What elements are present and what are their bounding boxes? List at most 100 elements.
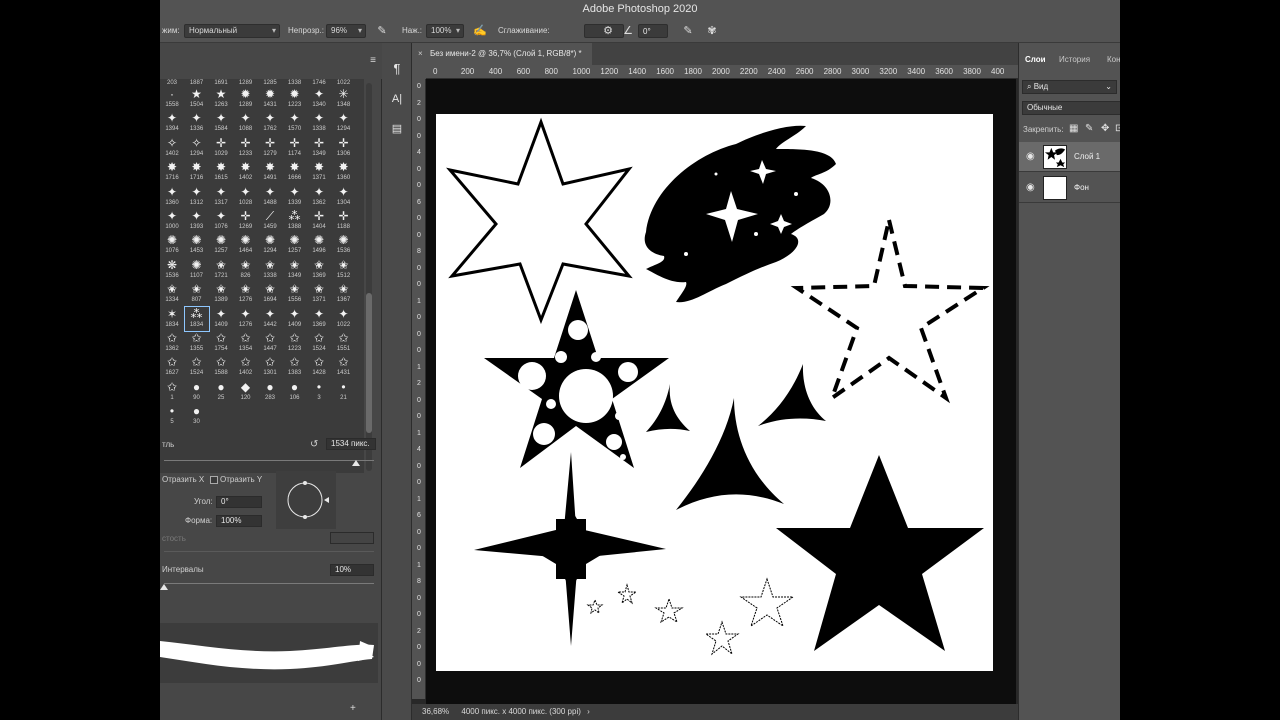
brush-preset[interactable]: ✬ 1389: [209, 282, 233, 306]
layer-name[interactable]: Фон: [1074, 183, 1089, 192]
spacing-field[interactable]: 10%: [330, 564, 374, 576]
brush-preset[interactable]: ✩ 1354: [234, 331, 258, 355]
brush-preset[interactable]: ✛ 1404: [307, 209, 331, 233]
brush-preset[interactable]: ★ 1504: [185, 87, 209, 111]
brush-preset[interactable]: ✩ 1588: [209, 355, 233, 379]
pressure-size-icon[interactable]: ✎: [680, 23, 696, 39]
lock-artboard-icon[interactable]: ⊡: [1115, 123, 1120, 134]
brush-preset[interactable]: ✸ 1716: [160, 160, 184, 184]
reset-size-icon[interactable]: ↺: [310, 439, 318, 450]
brush-preset[interactable]: ⁂ 1834: [183, 305, 210, 332]
brush-preset[interactable]: ● 30: [185, 404, 209, 428]
brush-preset[interactable]: ✬ 1367: [332, 282, 356, 306]
character-icon[interactable]: A|: [387, 89, 407, 109]
brush-preset[interactable]: ✩ 1551: [332, 331, 356, 355]
angle-field[interactable]: 0°: [638, 24, 668, 38]
status-menu-arrow[interactable]: ›: [587, 707, 590, 716]
layer-row-background[interactable]: ◉ Фон: [1019, 173, 1120, 203]
brush-preset[interactable]: ✧ 1294: [185, 136, 209, 160]
brush-preset[interactable]: ✬ 1334: [160, 282, 184, 306]
brush-preset[interactable]: ✩ 1524: [307, 331, 331, 355]
brush-preset[interactable]: ✦ 1369: [307, 307, 331, 331]
spacing-checkbox[interactable]: Интервалы: [162, 565, 204, 574]
brush-preset[interactable]: ✩ 1355: [185, 331, 209, 355]
brush-preset[interactable]: ✛ 1349: [307, 136, 331, 160]
vertical-ruler[interactable]: 0 2 0 0 4 0 0 6 0 0 8 0 0 1 0 0 0 1 2 0 0 1 4 0 0 1 6 0 0 1 8 0 0 2 0 0 0: [412, 79, 426, 699]
brush-preset[interactable]: ✛ 1269: [234, 209, 258, 233]
brush-preset[interactable]: ✧ 1402: [160, 136, 184, 160]
brush-preset[interactable]: ✺ 1107: [185, 258, 209, 282]
brush-preset[interactable]: ✹ 1431: [258, 87, 282, 111]
brush-preset[interactable]: ★ 1263: [209, 87, 233, 111]
horizontal-ruler[interactable]: 0 200 400 600 800 1000 1200 1400 1600 1800 2000 220…: [426, 65, 1018, 79]
brush-preset[interactable]: ✦ 1393: [185, 209, 209, 233]
brush-preset[interactable]: ✬ 1276: [234, 282, 258, 306]
brush-preset[interactable]: ✩ 1383: [283, 355, 307, 379]
brush-preset[interactable]: ✦ 1762: [258, 111, 282, 135]
brush-preset[interactable]: ✦ 1312: [185, 185, 209, 209]
brush-preset[interactable]: ⁂ 1388: [283, 209, 307, 233]
angle-field[interactable]: 0°: [216, 496, 262, 508]
brush-preset[interactable]: ✩ 1402: [234, 355, 258, 379]
brush-preset[interactable]: ✩ 1431: [332, 355, 356, 379]
brush-preset[interactable]: ✦ 1360: [160, 185, 184, 209]
brush-preset[interactable]: ✦ 1394: [160, 111, 184, 135]
canvas-document[interactable]: [436, 114, 993, 671]
brush-preset[interactable]: ✹ 1223: [283, 87, 307, 111]
brush-preset[interactable]: ✶ 1834: [160, 307, 184, 331]
brush-preset[interactable]: ✦ 1076: [209, 209, 233, 233]
brush-preset[interactable]: ✩ 1428: [307, 355, 331, 379]
brush-preset[interactable]: ✦ 1584: [209, 111, 233, 135]
tab-history[interactable]: История: [1059, 55, 1090, 64]
brush-preset[interactable]: ✛ 1188: [332, 209, 356, 233]
brush-preset[interactable]: ✦ 1000: [160, 209, 184, 233]
brush-preset[interactable]: ✛ 1306: [332, 136, 356, 160]
blend-mode-select[interactable]: Обычные: [1022, 101, 1120, 115]
brush-preset[interactable]: ✩ 1: [160, 380, 184, 404]
brush-preset[interactable]: ✦ 1088: [234, 111, 258, 135]
pressure-opacity-icon[interactable]: ✎: [374, 23, 390, 39]
brush-preset[interactable]: ✬ 807: [185, 282, 209, 306]
brush-grid-scrollbar[interactable]: [366, 83, 372, 471]
brush-preset[interactable]: ✩ 1754: [209, 331, 233, 355]
brush-preset[interactable]: ✦ 1442: [258, 307, 282, 331]
brush-preset[interactable]: ✛ 1279: [258, 136, 282, 160]
size-slider-track[interactable]: [164, 460, 374, 461]
brush-preset[interactable]: ✛ 1029: [209, 136, 233, 160]
brush-preset[interactable]: ✸ 1402: [234, 160, 258, 184]
checkbox-box[interactable]: [210, 475, 218, 484]
brush-preset[interactable]: ✦ 1339: [283, 185, 307, 209]
brush-preset[interactable]: ✩ 1524: [185, 355, 209, 379]
brush-preset[interactable]: ✬ 1338: [258, 258, 282, 282]
brush-preset[interactable]: · 1558: [160, 87, 184, 111]
lock-move-icon[interactable]: ✥: [1101, 123, 1109, 134]
brush-preset[interactable]: ✸ 1615: [209, 160, 233, 184]
layer-filter-select[interactable]: ⌕ Вид ⌄: [1022, 80, 1117, 94]
brush-preset[interactable]: ✛ 1174: [283, 136, 307, 160]
brush-preset[interactable]: ✦ 1409: [209, 307, 233, 331]
brush-preset[interactable]: ✦ 1317: [209, 185, 233, 209]
brush-preset[interactable]: ✦ 1022: [332, 307, 356, 331]
brush-preset[interactable]: ✸ 1360: [332, 160, 356, 184]
brush-preset[interactable]: • 21: [332, 380, 356, 404]
brush-preset[interactable]: ✸ 1666: [283, 160, 307, 184]
brush-preset[interactable]: ✺ 1294: [258, 233, 282, 257]
brush-angle-widget[interactable]: [276, 471, 336, 529]
brush-preset[interactable]: ✦ 1338: [307, 111, 331, 135]
brush-preset[interactable]: ✹ 1289: [234, 87, 258, 111]
brush-preset[interactable]: ✩ 1627: [160, 355, 184, 379]
brush-preset[interactable]: ✬ 1694: [258, 282, 282, 306]
visibility-eye-icon[interactable]: ◉: [1026, 151, 1035, 162]
brush-preset[interactable]: ✸ 1491: [258, 160, 282, 184]
lock-paint-icon[interactable]: ✎: [1085, 123, 1093, 134]
brush-preset[interactable]: ✸ 1371: [307, 160, 331, 184]
brush-preset[interactable]: ✩ 1301: [258, 355, 282, 379]
brush-preset[interactable]: ✦ 1276: [234, 307, 258, 331]
roundness-field[interactable]: 100%: [216, 515, 262, 527]
brush-preset[interactable]: ✺ 1453: [185, 233, 209, 257]
tab-layers[interactable]: Слои: [1025, 55, 1046, 64]
zoom-level[interactable]: 36,68%: [422, 707, 449, 716]
symmetry-icon[interactable]: ✾: [704, 23, 720, 39]
brush-preset[interactable]: ✬ 1349: [283, 258, 307, 282]
brush-preset[interactable]: ● 106: [283, 380, 307, 404]
